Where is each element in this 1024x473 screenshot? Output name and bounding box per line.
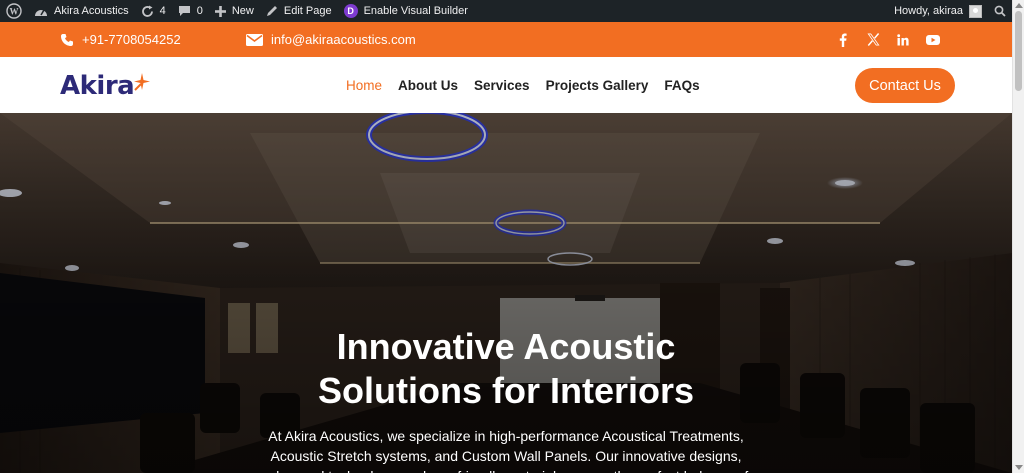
admin-search-button[interactable] (988, 0, 1012, 22)
new-content-menu[interactable]: New (209, 0, 260, 22)
hero-title: Innovative Acoustic Solutions for Interi… (0, 325, 1012, 413)
main-nav: Home About Us Services Projects Gallery … (346, 57, 716, 113)
new-label: New (231, 5, 254, 17)
x-icon[interactable] (858, 22, 888, 57)
plus-icon (214, 5, 226, 17)
contact-us-button[interactable]: Contact Us (855, 68, 955, 103)
wp-admin-bar: W Akira Acoustics 4 0 New Edit Page D En… (0, 0, 1012, 22)
phone-number: +91-7708054252 (82, 32, 181, 47)
howdy-label: Howdy, akiraa (894, 5, 963, 17)
youtube-icon[interactable] (918, 22, 948, 57)
site-name-menu[interactable]: Akira Acoustics (28, 0, 135, 22)
linkedin-icon[interactable] (888, 22, 918, 57)
svg-text:W: W (10, 7, 19, 17)
comments-count: 0 (196, 5, 203, 17)
envelope-icon (246, 33, 263, 46)
logo-sparkle-icon (134, 73, 151, 91)
scroll-thumb[interactable] (1015, 11, 1022, 91)
updates-icon (141, 5, 153, 17)
updates-menu[interactable]: 4 (135, 0, 172, 22)
search-icon (994, 5, 1006, 17)
hero-title-line-2: Solutions for Interiors (317, 370, 694, 411)
site-logo[interactable]: Akira (60, 69, 152, 103)
hero-background-image (0, 113, 1012, 473)
nav-about-us[interactable]: About Us (398, 78, 458, 93)
nav-projects-gallery[interactable]: Projects Gallery (546, 78, 649, 93)
contact-topbar: +91-7708054252 info@akiraacoustics.com (0, 22, 1012, 57)
comments-menu[interactable]: 0 (172, 0, 209, 22)
edit-page-label: Edit Page (283, 5, 332, 17)
nav-home[interactable]: Home (346, 78, 382, 93)
phone-link[interactable]: +91-7708054252 (60, 22, 181, 57)
nav-faqs[interactable]: FAQs (664, 78, 699, 93)
my-account-menu[interactable]: Howdy, akiraa (888, 0, 988, 22)
scroll-down-arrow-icon[interactable] (1015, 465, 1023, 470)
visual-builder-label: Enable Visual Builder (363, 5, 468, 17)
logo-text: Akira (60, 71, 135, 101)
nav-services[interactable]: Services (474, 78, 530, 93)
pencil-icon (266, 6, 277, 16)
updates-count: 4 (159, 5, 166, 17)
email-address: info@akiraacoustics.com (271, 32, 416, 47)
avatar (969, 4, 982, 18)
social-links (828, 22, 948, 57)
hero-section: Innovative Acoustic Solutions for Interi… (0, 113, 1012, 473)
site-header: Akira Home About Us Services Projects Ga… (0, 57, 1012, 113)
dashboard-icon (35, 9, 47, 16)
facebook-icon[interactable] (828, 22, 858, 57)
email-link[interactable]: info@akiraacoustics.com (246, 22, 416, 57)
phone-icon (61, 33, 73, 46)
comment-icon (178, 6, 190, 16)
page-scrollbar[interactable] (1012, 0, 1024, 473)
enable-visual-builder-link[interactable]: D Enable Visual Builder (338, 0, 474, 22)
hero-title-line-1: Innovative Acoustic (336, 326, 676, 367)
divi-logo-icon: D (343, 4, 358, 18)
wordpress-logo-icon[interactable]: W (0, 0, 28, 22)
hero-description: At Akira Acoustics, we specialize in hig… (264, 428, 749, 473)
site-name-label: Akira Acoustics (54, 5, 129, 17)
edit-page-link[interactable]: Edit Page (260, 0, 338, 22)
scroll-up-arrow-icon[interactable] (1015, 3, 1023, 8)
